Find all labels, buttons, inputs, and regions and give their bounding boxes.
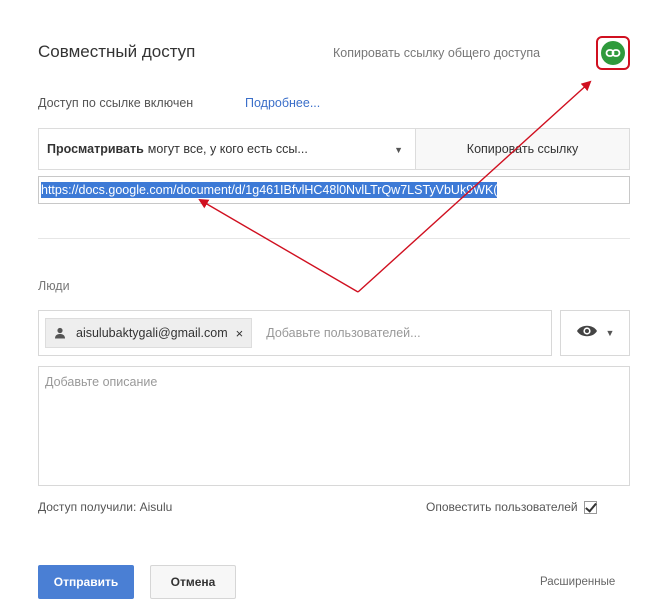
person-icon <box>54 327 66 339</box>
user-chip: aisulubaktygali@gmail.com × <box>45 318 253 348</box>
add-users-input[interactable]: Добавьте пользователей... <box>266 326 420 340</box>
remove-chip-icon[interactable]: × <box>236 326 244 341</box>
notify-users-label: Оповестить пользователей <box>426 500 578 514</box>
arrow-to-url <box>198 198 359 293</box>
send-button[interactable]: Отправить <box>38 565 134 599</box>
divider <box>38 238 630 239</box>
copy-link-button[interactable] <box>596 36 630 70</box>
notify-checkbox[interactable] <box>583 500 597 514</box>
people-input-box[interactable]: aisulubaktygali@gmail.com × Добавьте пол… <box>38 310 552 356</box>
notify-users-option[interactable]: Оповестить пользователей <box>426 500 597 514</box>
people-label: Люди <box>38 279 70 293</box>
eye-icon <box>576 324 598 343</box>
access-level-bold: Просматривать <box>47 142 144 156</box>
access-level-select[interactable]: Просматривать могут все, у кого есть ссы… <box>39 129 415 169</box>
dropdown-caret-icon: ▼ <box>394 145 403 155</box>
copy-link-text-button[interactable]: Копировать ссылку <box>415 129 629 169</box>
copy-public-link-label[interactable]: Копировать ссылку общего доступа <box>333 46 540 60</box>
user-chip-email: aisulubaktygali@gmail.com <box>76 326 228 340</box>
share-url-field[interactable]: https://docs.google.com/document/d/1g461… <box>38 176 630 204</box>
share-dialog: Совместный доступ Копировать ссылку обще… <box>0 0 661 608</box>
more-link[interactable]: Подробнее... <box>245 96 320 110</box>
advanced-link[interactable]: Расширенные <box>540 576 615 588</box>
permission-dropdown-button[interactable]: ▼ <box>560 310 630 356</box>
description-textarea[interactable]: Добавьте описание <box>38 366 630 486</box>
access-level-text: могут все, у кого есть ссы... <box>147 142 308 156</box>
access-status: Доступ по ссылке включен <box>38 96 194 110</box>
chevron-down-icon: ▼ <box>605 328 615 338</box>
access-received-text: Доступ получили: Aisulu <box>38 500 173 514</box>
link-access-row: Просматривать могут все, у кого есть ссы… <box>38 128 630 170</box>
link-icon <box>601 41 625 65</box>
cancel-button[interactable]: Отмена <box>150 565 236 599</box>
annotation-arrows <box>198 80 592 293</box>
share-url-text: https://docs.google.com/document/d/1g461… <box>41 182 498 198</box>
dialog-title: Совместный доступ <box>38 42 196 61</box>
